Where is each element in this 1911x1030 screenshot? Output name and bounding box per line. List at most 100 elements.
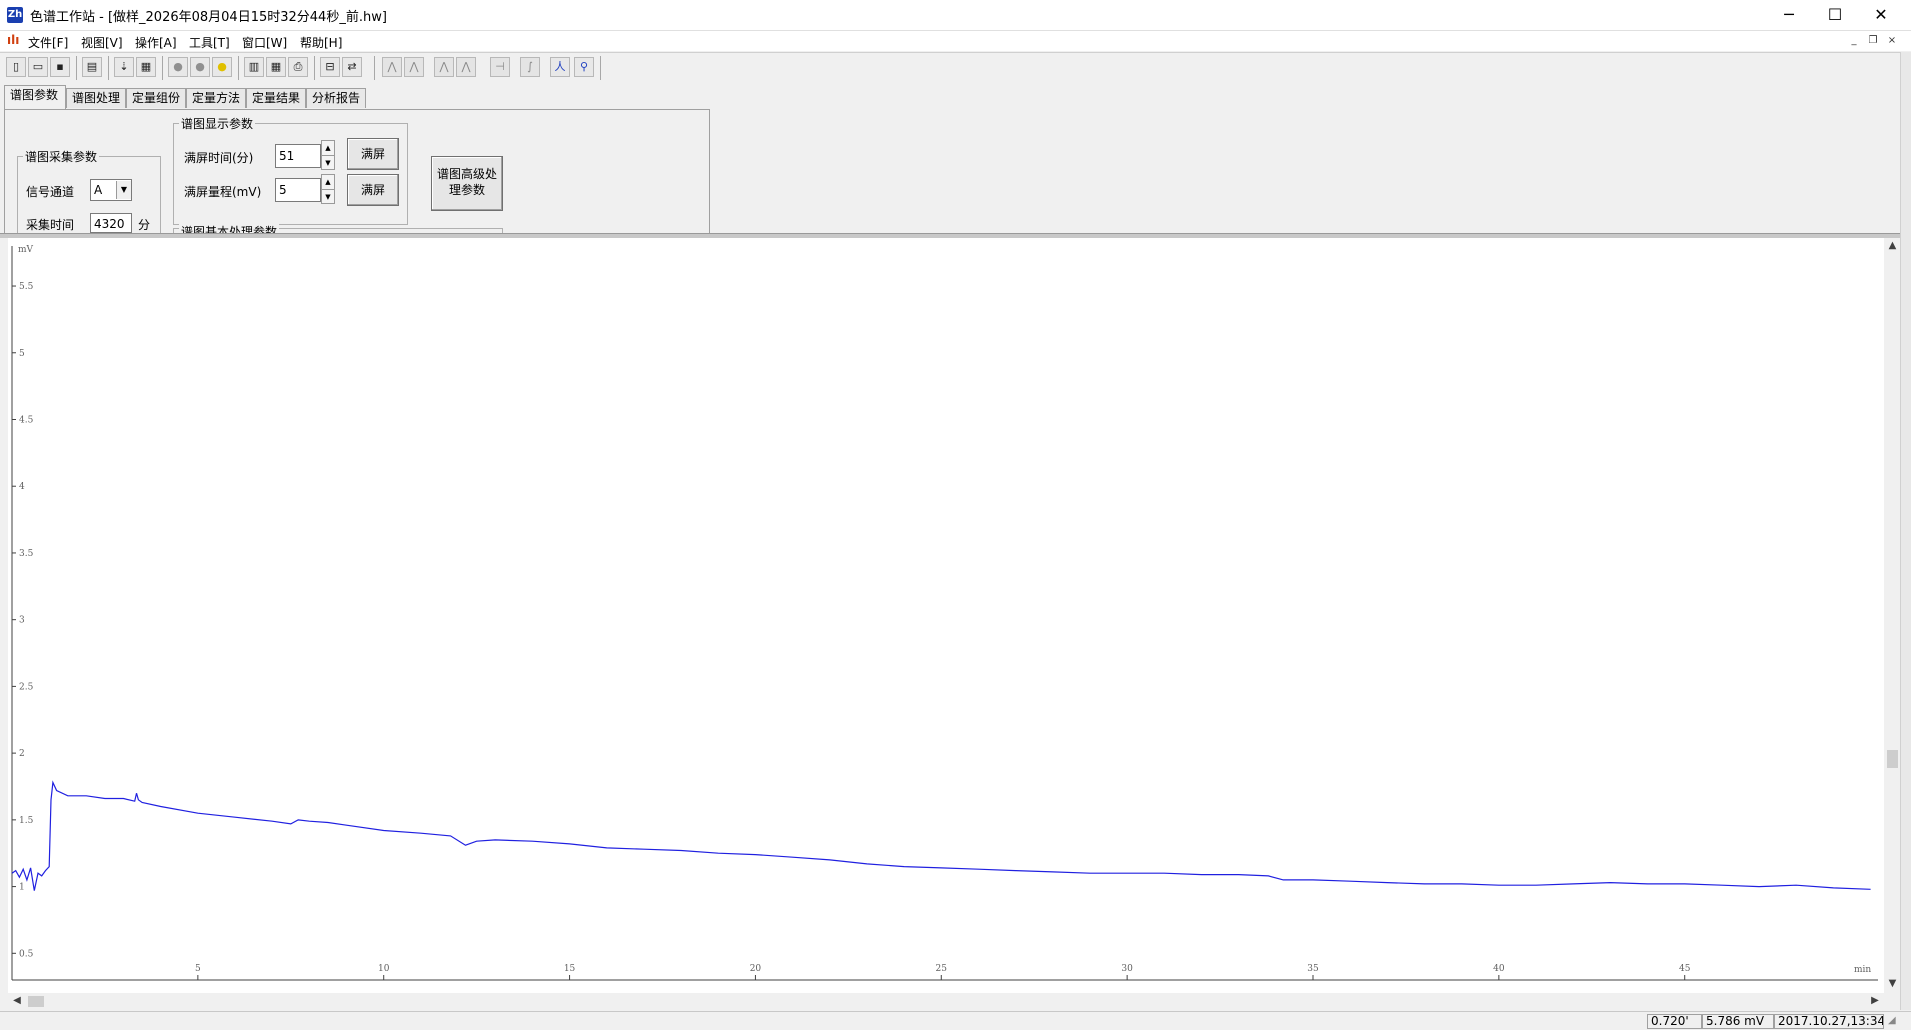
scroll-left-icon[interactable]: ◀: [10, 995, 24, 1006]
chart-horizontal-scrollbar[interactable]: ◀ ▶: [8, 993, 1884, 1010]
chart-axes: mV min 0.5 1 1.5 2 2.5 3 3.5 4 4.5 5 5.5 5 10 15 20 25 30 3…: [11, 245, 1878, 981]
open-icon[interactable]: ▭: [28, 57, 48, 77]
channel-value: A: [94, 183, 103, 197]
calculator-icon[interactable]: ▥: [244, 57, 264, 77]
fullscreen-time-input[interactable]: 51: [275, 144, 321, 168]
horizontal-scroll-thumb[interactable]: [28, 996, 44, 1007]
acquisition-group-title: 谱图采集参数: [23, 148, 100, 165]
y-tick-label: 3: [19, 616, 25, 626]
chromatogram-chart[interactable]: mV min 0.5 1 1.5 2 2.5 3 3.5 4 4.5 5 5.5 5 10 15 20 25 30 3…: [8, 238, 1884, 993]
peak-icon-3[interactable]: ⋀: [434, 57, 454, 77]
fullscreen-range-spinner[interactable]: ▲ ▼: [321, 174, 335, 204]
mdi-close-button[interactable]: ×: [1885, 34, 1899, 48]
print-icon[interactable]: ⎙: [288, 57, 308, 77]
grid-icon[interactable]: ▦: [136, 57, 156, 77]
fullscreen-range-button[interactable]: 满屏: [347, 174, 399, 206]
tab-quant-components[interactable]: 定量组份: [126, 88, 186, 108]
status-time: 0.720': [1647, 1014, 1702, 1029]
mdi-restore-button[interactable]: ❐: [1866, 34, 1880, 48]
fullscreen-range-input[interactable]: 5: [275, 178, 321, 202]
menu-help[interactable]: 帮助[H]: [300, 34, 342, 51]
status-datetime: 2017.10.27,13:34:20: [1774, 1014, 1884, 1029]
gray-circle-icon[interactable]: ●: [168, 57, 188, 77]
x-tick-label: 40: [1493, 964, 1505, 974]
baseline-icon[interactable]: ⊣: [490, 57, 510, 77]
spin-up-icon[interactable]: ▲: [322, 175, 334, 189]
chromatogram-frame: mV min 0.5 1 1.5 2 2.5 3 3.5 4 4.5 5 5.5 5 10 15 20 25 30 3…: [8, 238, 1884, 993]
person-icon-2[interactable]: ⚲: [574, 57, 594, 77]
new-icon[interactable]: ▯: [6, 57, 26, 77]
y-tick-label: 0.5: [19, 949, 34, 959]
acquisition-time-unit: 分: [138, 218, 151, 232]
spin-down-icon[interactable]: ▼: [322, 189, 334, 204]
menu-file[interactable]: 文件[F]: [28, 34, 68, 51]
acquisition-time-input[interactable]: 4320: [90, 213, 132, 233]
chevron-down-icon[interactable]: ▼: [116, 181, 131, 199]
y-tick-label: 1.5: [19, 816, 34, 826]
peak-icon-2[interactable]: ⋀: [404, 57, 424, 77]
scroll-right-icon[interactable]: ▶: [1868, 995, 1882, 1006]
x-axis-label: min: [1854, 965, 1871, 975]
toolbar-separator: [314, 56, 315, 80]
menu-view[interactable]: 视图[V]: [81, 34, 123, 51]
tab-analysis-report[interactable]: 分析报告: [306, 88, 366, 108]
tab-quant-method[interactable]: 定量方法: [186, 88, 246, 108]
vertical-scroll-thumb[interactable]: [1887, 750, 1898, 768]
series-line: [11, 780, 1871, 891]
x-tick-label: 25: [936, 964, 948, 974]
window-vertical-scrollbar[interactable]: [1900, 52, 1911, 1010]
y-tick-label: 2.5: [19, 682, 34, 692]
maximize-button[interactable]: ☐: [1812, 0, 1858, 30]
advanced-params-button[interactable]: 谱图高级处 理参数: [431, 156, 503, 211]
window-title: 色谱工作站 - [做样_2026年08月04日15时32分44秒_前.hw]: [30, 10, 387, 25]
spin-up-icon[interactable]: ▲: [322, 141, 334, 155]
close-button[interactable]: ✕: [1858, 0, 1904, 30]
yellow-circle-icon[interactable]: ●: [212, 57, 232, 77]
tab-quant-results[interactable]: 定量结果: [246, 88, 306, 108]
import-icon[interactable]: ⇣: [114, 57, 134, 77]
menu-operation[interactable]: 操作[A]: [135, 34, 177, 51]
calibrate-icon[interactable]: ▤: [82, 57, 102, 77]
channel-select[interactable]: A ▼: [90, 179, 132, 201]
parameter-panel: 谱图参数 谱图处理 定量组份 定量方法 定量结果 分析报告 谱图采集参数 信号通…: [0, 83, 1900, 238]
toolbar-separator: [238, 56, 239, 80]
x-tick-label: 15: [564, 964, 576, 974]
menu-tools[interactable]: 工具[T]: [189, 34, 230, 51]
export-icon[interactable]: ⊟: [320, 57, 340, 77]
fullscreen-time-button[interactable]: 满屏: [347, 138, 399, 170]
tab-spectrum-processing[interactable]: 谱图处理: [66, 88, 126, 108]
y-tick-label: 2: [19, 749, 25, 759]
scroll-down-icon[interactable]: ▼: [1884, 978, 1901, 989]
y-tick-label: 5.5: [19, 282, 34, 292]
title-bar: Zh 色谱工作站 - [做样_2026年08月04日15时32分44秒_前.hw…: [0, 0, 1911, 31]
resize-grip-icon[interactable]: ◢: [1888, 1015, 1896, 1026]
person-icon-1[interactable]: 人: [550, 57, 570, 77]
toolbar-separator: [600, 56, 601, 80]
peak-icon-4[interactable]: ⋀: [456, 57, 476, 77]
acquisition-time-label: 采集时间: [26, 218, 75, 232]
transfer-icon[interactable]: ⇄: [342, 57, 362, 77]
table-icon[interactable]: ▦: [266, 57, 286, 77]
scroll-up-icon[interactable]: ▲: [1884, 240, 1901, 251]
toolbar-separator: [76, 56, 77, 80]
gray-circle-icon-2[interactable]: ●: [190, 57, 210, 77]
chart-vertical-scrollbar[interactable]: ▲ ▼: [1884, 238, 1901, 993]
fullscreen-time-spinner[interactable]: ▲ ▼: [321, 140, 335, 170]
spin-down-icon[interactable]: ▼: [322, 155, 334, 170]
app-icon: Zh: [7, 7, 23, 23]
x-tick-label: 5: [195, 964, 201, 974]
save-icon[interactable]: ▪: [50, 57, 70, 77]
basic-processing-group-title: 谱图基本处理参数: [179, 224, 280, 233]
menu-window[interactable]: 窗口[W]: [242, 34, 287, 51]
advanced-params-line1: 谱图高级处: [436, 167, 497, 181]
basic-processing-title-clip: 谱图基本处理参数: [173, 224, 513, 233]
integrate-icon[interactable]: ∫: [520, 57, 540, 77]
document-icon[interactable]: ılı: [7, 33, 21, 47]
minimize-button[interactable]: ─: [1766, 0, 1812, 30]
mdi-minimize-button[interactable]: _: [1847, 34, 1861, 48]
fullscreen-time-label: 满屏时间(分): [184, 151, 254, 165]
tab-spectrum-params[interactable]: 谱图参数: [4, 85, 66, 109]
advanced-params-line2: 理参数: [448, 183, 485, 197]
peak-icon-1[interactable]: ⋀: [382, 57, 402, 77]
display-group-title: 谱图显示参数: [179, 115, 256, 132]
